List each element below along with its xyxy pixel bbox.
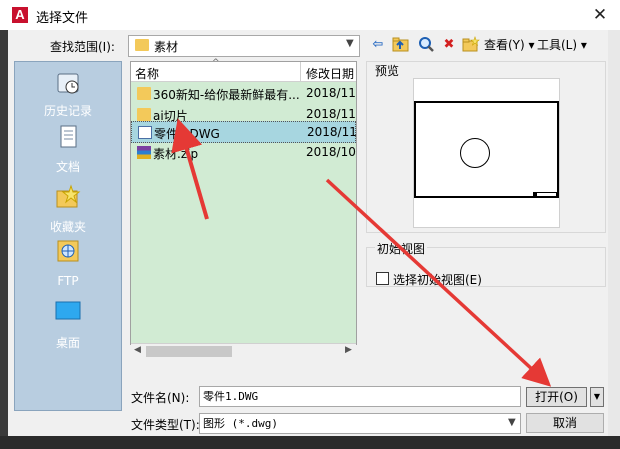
column-separator[interactable] bbox=[300, 62, 301, 82]
ftp-icon bbox=[57, 240, 79, 262]
preview-label: 预览 bbox=[375, 64, 400, 78]
dwg-file-icon bbox=[138, 126, 152, 139]
chevron-down-icon: ▾ bbox=[528, 38, 535, 52]
new-folder-icon bbox=[462, 36, 480, 52]
open-options-button[interactable]: ▼ bbox=[590, 387, 604, 407]
desktop-icon bbox=[55, 301, 81, 320]
place-favorites[interactable]: 收藏夹 bbox=[15, 180, 121, 238]
lookin-label: 查找范围(I): bbox=[50, 40, 115, 54]
archive-icon bbox=[137, 146, 151, 159]
close-button[interactable]: ✕ bbox=[588, 4, 612, 26]
favorites-icon bbox=[56, 184, 81, 208]
column-name-header[interactable]: 名称 bbox=[135, 65, 159, 82]
search-icon bbox=[419, 37, 434, 52]
history-icon bbox=[57, 73, 79, 94]
views-menu[interactable]: 查看(Y) ▾ bbox=[484, 36, 536, 54]
folder-icon bbox=[135, 39, 149, 51]
filetype-label: 文件类型(T): bbox=[131, 418, 200, 432]
folder-icon bbox=[137, 87, 151, 100]
drawing-circle bbox=[460, 138, 490, 168]
title-bar bbox=[0, 0, 620, 30]
up-folder-button[interactable] bbox=[392, 36, 410, 54]
window-title: 选择文件 bbox=[36, 11, 89, 26]
drawing-title-block bbox=[533, 192, 557, 197]
place-label: FTP bbox=[57, 274, 79, 288]
folder-icon bbox=[137, 108, 151, 121]
place-label: 历史记录 bbox=[43, 104, 92, 118]
file-name: 素材.zip bbox=[153, 147, 199, 161]
place-documents[interactable]: 文档 bbox=[15, 122, 121, 180]
place-ftp[interactable]: FTP bbox=[15, 238, 121, 296]
background-strip-right bbox=[608, 30, 620, 444]
folder-up-icon bbox=[392, 37, 409, 52]
back-button[interactable]: ⇦ bbox=[369, 36, 387, 54]
file-date: 2018/11/1 bbox=[306, 107, 356, 121]
place-label: 文档 bbox=[55, 160, 80, 174]
cancel-button[interactable]: 取消 bbox=[526, 413, 604, 433]
initial-view-label: 初始视图 bbox=[375, 240, 428, 257]
create-folder-button[interactable] bbox=[462, 36, 480, 54]
views-label: 查看(Y) bbox=[484, 38, 525, 52]
scroll-right-icon[interactable]: ▶ bbox=[345, 345, 352, 355]
initial-view-checkbox-label[interactable]: 选择初始视图(E) bbox=[393, 271, 482, 288]
file-row[interactable]: 素材.zip 2018/10/2 bbox=[131, 142, 356, 164]
documents-icon bbox=[60, 125, 77, 148]
delete-button[interactable]: ✖ bbox=[440, 36, 458, 54]
file-date: 2018/10/2 bbox=[306, 145, 356, 159]
initial-view-checkbox[interactable] bbox=[376, 272, 389, 285]
file-date: 2018/11/6 bbox=[306, 86, 356, 100]
scroll-left-icon[interactable]: ◀ bbox=[134, 345, 141, 355]
lookin-value: 素材 bbox=[154, 40, 179, 54]
background-strip-left bbox=[0, 30, 8, 444]
scrollbar-thumb[interactable] bbox=[146, 346, 232, 357]
file-row-selected[interactable]: 零件1.DWG 2018/11/1 bbox=[131, 121, 357, 143]
tools-menu[interactable]: 工具(L) ▾ bbox=[537, 36, 603, 54]
file-name: 零件1.DWG bbox=[154, 127, 220, 141]
place-desktop[interactable]: 桌面 bbox=[15, 296, 121, 354]
search-web-button[interactable] bbox=[417, 36, 435, 54]
chevron-down-icon: ▾ bbox=[580, 38, 587, 52]
place-history[interactable]: 历史记录 bbox=[15, 64, 121, 122]
autocad-logo-icon: A bbox=[12, 7, 28, 23]
filetype-dropdown[interactable]: 图形 (*.dwg) bbox=[199, 413, 521, 434]
open-button[interactable]: 打开(O) bbox=[526, 387, 587, 407]
column-date-header[interactable]: 修改日期 bbox=[306, 65, 354, 82]
place-label: 收藏夹 bbox=[49, 220, 86, 234]
place-label: 桌面 bbox=[55, 336, 80, 350]
sort-ascending-icon: ^ bbox=[212, 58, 220, 68]
chevron-down-icon[interactable]: ▼ bbox=[346, 38, 354, 49]
file-name: 360新知-给你最新鲜最有... bbox=[153, 88, 300, 102]
filename-label: 文件名(N): bbox=[131, 391, 190, 405]
places-bar: 历史记录 文档 收藏夹 FTP 桌面 bbox=[14, 61, 122, 411]
chevron-down-icon[interactable]: ▼ bbox=[508, 417, 516, 428]
filename-input[interactable]: 零件1.DWG bbox=[199, 386, 521, 407]
tools-label: 工具(L) bbox=[537, 38, 578, 52]
file-date: 2018/11/1 bbox=[307, 125, 357, 139]
background-strip-bottom bbox=[0, 436, 620, 449]
file-row[interactable]: 360新知-给你最新鲜最有... 2018/11/6 bbox=[131, 83, 356, 105]
